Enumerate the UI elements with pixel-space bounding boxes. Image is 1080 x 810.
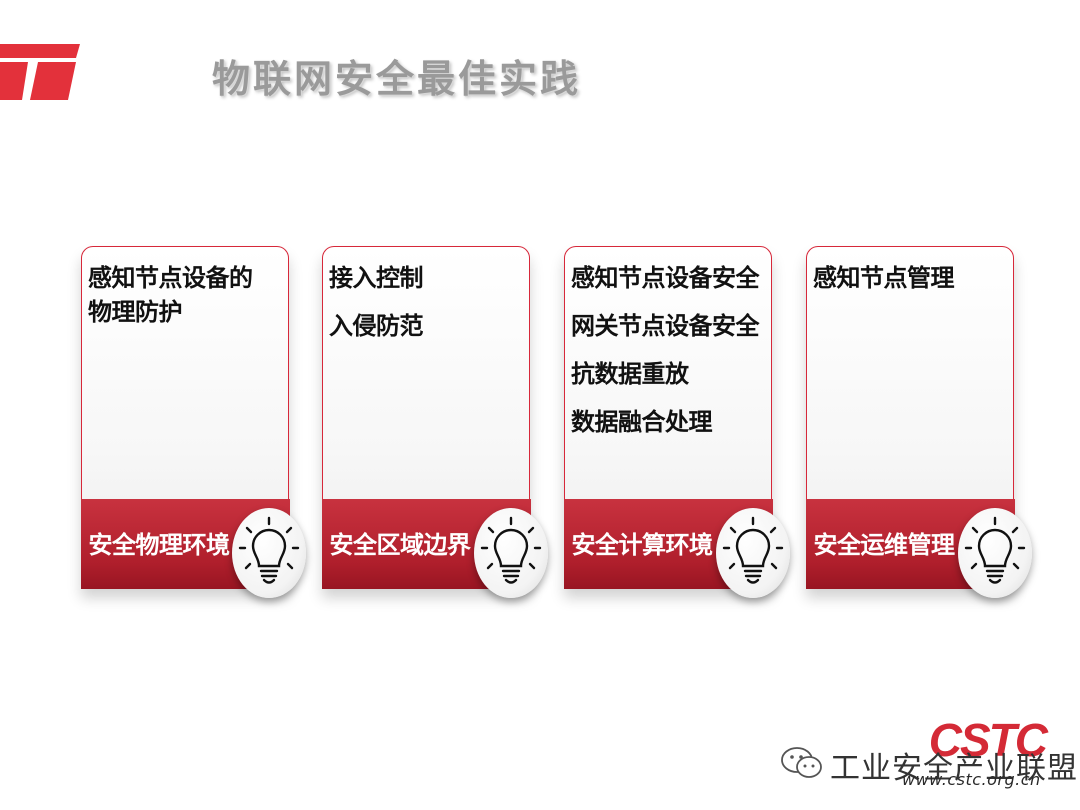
card-footer-label: 安全运维管理 <box>813 530 956 559</box>
card-item: 接入控制 <box>329 264 424 292</box>
page-title: 物联网安全最佳实践 <box>212 56 582 101</box>
lightbulb-icon <box>958 508 1032 598</box>
t-logo-icon <box>0 44 80 100</box>
website-url: www.cstc.org.cn <box>902 770 1041 789</box>
card-item: 感知节点管理 <box>813 264 955 292</box>
card-item: 入侵防范 <box>329 312 424 340</box>
card-item: 抗数据重放 <box>571 360 689 388</box>
card-item: 感知节点设备安全 <box>571 264 760 292</box>
lightbulb-icon <box>474 508 548 598</box>
card-item: 感知节点设备的物理防护 <box>88 264 253 326</box>
card-footer-label: 安全计算环境 <box>571 530 714 559</box>
lightbulb-icon <box>716 508 790 598</box>
card-footer-label: 安全物理环境 <box>88 530 231 559</box>
card-item: 网关节点设备安全 <box>571 312 760 340</box>
card-item: 数据融合处理 <box>571 408 713 436</box>
card-footer-label: 安全区域边界 <box>329 530 472 559</box>
lightbulb-icon <box>232 508 306 598</box>
wechat-icon <box>781 747 822 778</box>
